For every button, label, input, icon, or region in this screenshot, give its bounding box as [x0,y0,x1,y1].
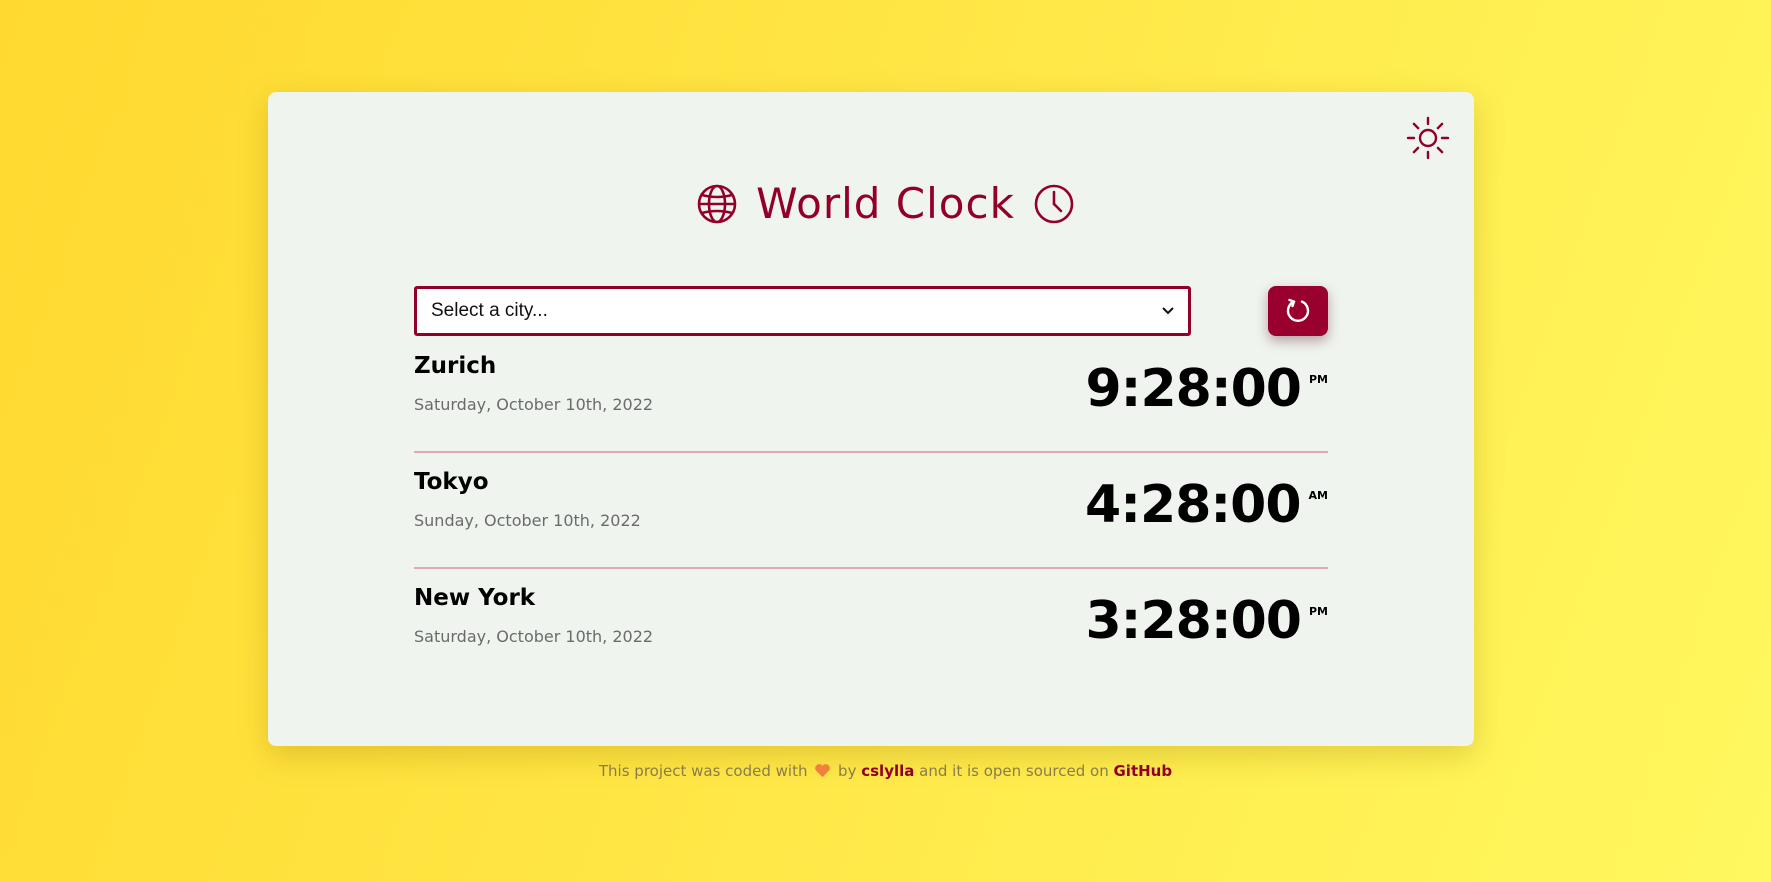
city-name: Tokyo [414,469,489,495]
city-date: Sunday, October 10th, 2022 [414,511,641,530]
page-title: World Clock [756,179,1015,228]
clock-icon [1034,184,1074,224]
city-time: 3:28:00 PM [1085,593,1328,649]
time-value: 3:28:00 [1085,591,1301,651]
time-value: 9:28:00 [1085,359,1301,419]
heart-icon [815,764,831,778]
footer-text-by: by [838,762,857,780]
refresh-icon [1286,298,1310,322]
city-row-new-york: New York Saturday, October 10th, 2022 3:… [414,567,1328,683]
time-period: AM [1308,489,1328,502]
city-row-zurich: Zurich Saturday, October 10th, 2022 9:28… [414,335,1328,453]
city-date: Saturday, October 10th, 2022 [414,395,654,414]
city-time: 9:28:00 PM [1085,361,1328,417]
footer-text-before: This project was coded with [598,762,808,780]
city-select[interactable]: Select a city... [414,286,1191,336]
time-period: PM [1308,373,1328,386]
github-link[interactable]: GitHub [1114,762,1173,780]
theme-toggle-button[interactable] [1406,116,1450,160]
globe-icon [697,184,737,224]
city-date: Saturday, October 10th, 2022 [414,627,654,646]
refresh-button[interactable] [1268,286,1328,336]
page-title-row: World Clock [0,176,1771,232]
chevron-down-icon [1162,307,1174,315]
city-name: New York [414,585,536,611]
city-row-tokyo: Tokyo Sunday, October 10th, 2022 4:28:00… [414,451,1328,569]
footer: This project was coded with by cslylla a… [0,762,1771,780]
city-name: Zurich [414,353,497,379]
footer-text-middle: and it is open sourced on [919,762,1109,780]
sun-icon [1406,116,1450,160]
author-link[interactable]: cslylla [861,762,914,780]
time-period: PM [1308,605,1328,618]
time-value: 4:28:00 [1085,475,1301,535]
city-select-placeholder: Select a city... [431,300,548,321]
city-time: 4:28:00 AM [1085,477,1328,533]
